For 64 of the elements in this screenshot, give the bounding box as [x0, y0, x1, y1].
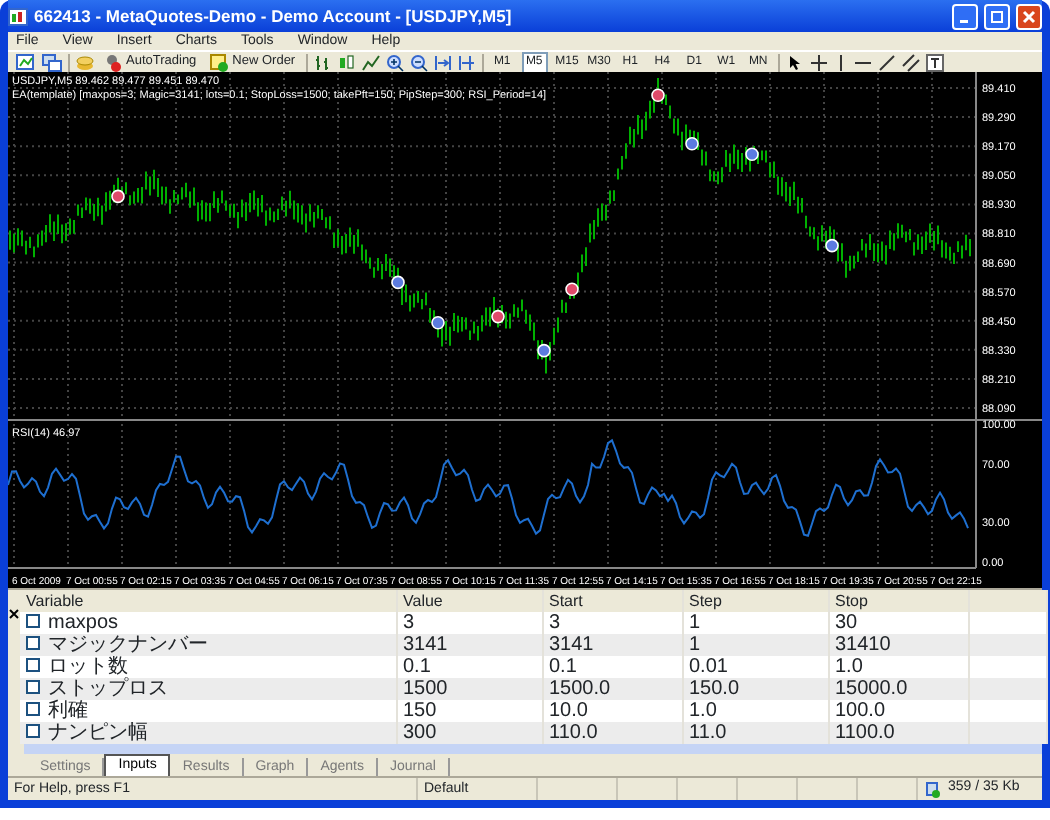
- trade-marker: [537, 343, 551, 358]
- column-header[interactable]: Value: [396, 590, 542, 612]
- table-cell: 110.0: [542, 722, 682, 744]
- checkbox[interactable]: [26, 680, 40, 695]
- table-cell: 1500: [396, 678, 542, 700]
- table-cell: 3141: [396, 634, 542, 656]
- horizontal-scrollbar[interactable]: [24, 744, 1042, 754]
- variable-name: ロット数: [48, 655, 128, 677]
- checkbox[interactable]: [26, 702, 40, 717]
- variable-name: マジックナンバー: [48, 633, 208, 655]
- trade-marker: [111, 189, 125, 204]
- text-icon[interactable]: [925, 53, 944, 71]
- column-header[interactable]: Variable: [20, 590, 396, 612]
- table-cell: 3141: [542, 634, 682, 656]
- crosshair-icon[interactable]: [809, 53, 828, 71]
- variable-name: ストップロス: [48, 677, 168, 699]
- table-cell: 11.0: [682, 722, 828, 744]
- table-cell: 300: [396, 722, 542, 744]
- trade-marker: [745, 147, 759, 161]
- close-icon[interactable]: [8, 607, 20, 620]
- trade-marker: [651, 88, 665, 102]
- trade-marker: [565, 282, 579, 296]
- checkbox[interactable]: [26, 724, 40, 739]
- trend-line-icon[interactable]: [877, 53, 896, 71]
- line-chart-icon[interactable]: [361, 53, 380, 71]
- bar-chart-icon[interactable]: [313, 53, 332, 71]
- column-header[interactable]: Stop: [828, 590, 968, 612]
- table-cell: 1100.0: [828, 722, 968, 744]
- trade-marker: [391, 275, 405, 290]
- scroll-chart-icon[interactable]: [433, 53, 452, 71]
- connection-icon: [926, 781, 940, 797]
- candlestick-icon[interactable]: [337, 53, 356, 71]
- variable-name: 利確: [48, 699, 88, 721]
- trade-marker: [491, 309, 505, 324]
- app-icon: [8, 6, 28, 26]
- maximize-button[interactable]: [984, 3, 1010, 29]
- table-cell: 1: [682, 634, 828, 656]
- maximize-icon: [990, 9, 1004, 23]
- windows-icon[interactable]: [42, 53, 62, 71]
- table-cell: 1500.0: [542, 678, 682, 700]
- trade-marker: [685, 137, 699, 151]
- checkbox[interactable]: [26, 636, 40, 651]
- trade-marker: [431, 316, 445, 330]
- checkbox[interactable]: [26, 658, 40, 673]
- variable-name: ナンピン幅: [48, 721, 148, 743]
- column-header[interactable]: Step: [682, 590, 828, 612]
- variable-name: maxpos: [48, 611, 119, 633]
- window-title: 662413 - MetaQuotes-Demo - Demo Account - [USDJPY,M5]: [34, 3, 514, 29]
- order-icon: [210, 53, 229, 71]
- channel-icon[interactable]: [901, 53, 920, 71]
- minimize-button[interactable]: [952, 3, 978, 29]
- chart-shift-icon[interactable]: [457, 53, 476, 71]
- zoom-out-icon[interactable]: [409, 53, 428, 71]
- column-header[interactable]: Start: [542, 590, 682, 612]
- table-cell: 31410: [828, 634, 968, 656]
- new-chart-icon[interactable]: [16, 53, 36, 71]
- close-icon: [1022, 9, 1036, 23]
- table-cell: 15000.0: [828, 678, 968, 700]
- zoom-in-icon[interactable]: [385, 53, 404, 71]
- cursor-icon[interactable]: [785, 53, 804, 71]
- checkbox[interactable]: [26, 614, 40, 629]
- close-button[interactable]: [1016, 3, 1042, 29]
- table-cell: 150.0: [682, 678, 828, 700]
- trade-marker: [825, 238, 839, 253]
